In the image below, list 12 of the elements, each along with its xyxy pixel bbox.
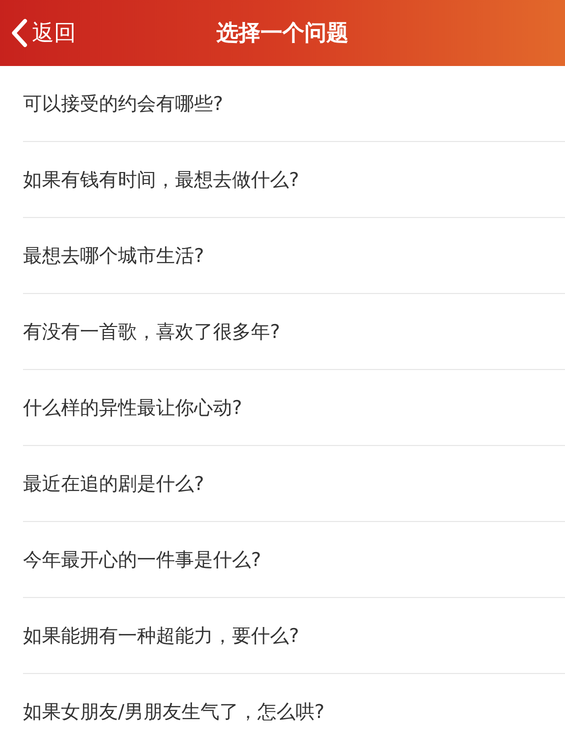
question-item[interactable]: 今年最开心的一件事是什么? <box>23 522 565 598</box>
question-item[interactable]: 可以接受的约会有哪些? <box>23 66 565 142</box>
question-item[interactable]: 有没有一首歌，喜欢了很多年? <box>23 294 565 370</box>
question-item[interactable]: 如果能拥有一种超能力，要什么? <box>23 598 565 674</box>
page-title: 选择一个问题 <box>216 20 348 48</box>
question-item[interactable]: 最想去哪个城市生活? <box>23 218 565 294</box>
question-item[interactable]: 最近在追的剧是什么? <box>23 446 565 522</box>
question-item[interactable]: 什么样的异性最让你心动? <box>23 370 565 446</box>
question-item[interactable]: 如果有钱有时间，最想去做什么? <box>23 142 565 218</box>
back-button[interactable]: 返回 <box>0 18 76 48</box>
question-item[interactable]: 如果女朋友/男朋友生气了，怎么哄? <box>23 674 565 747</box>
chevron-left-icon <box>10 18 28 48</box>
